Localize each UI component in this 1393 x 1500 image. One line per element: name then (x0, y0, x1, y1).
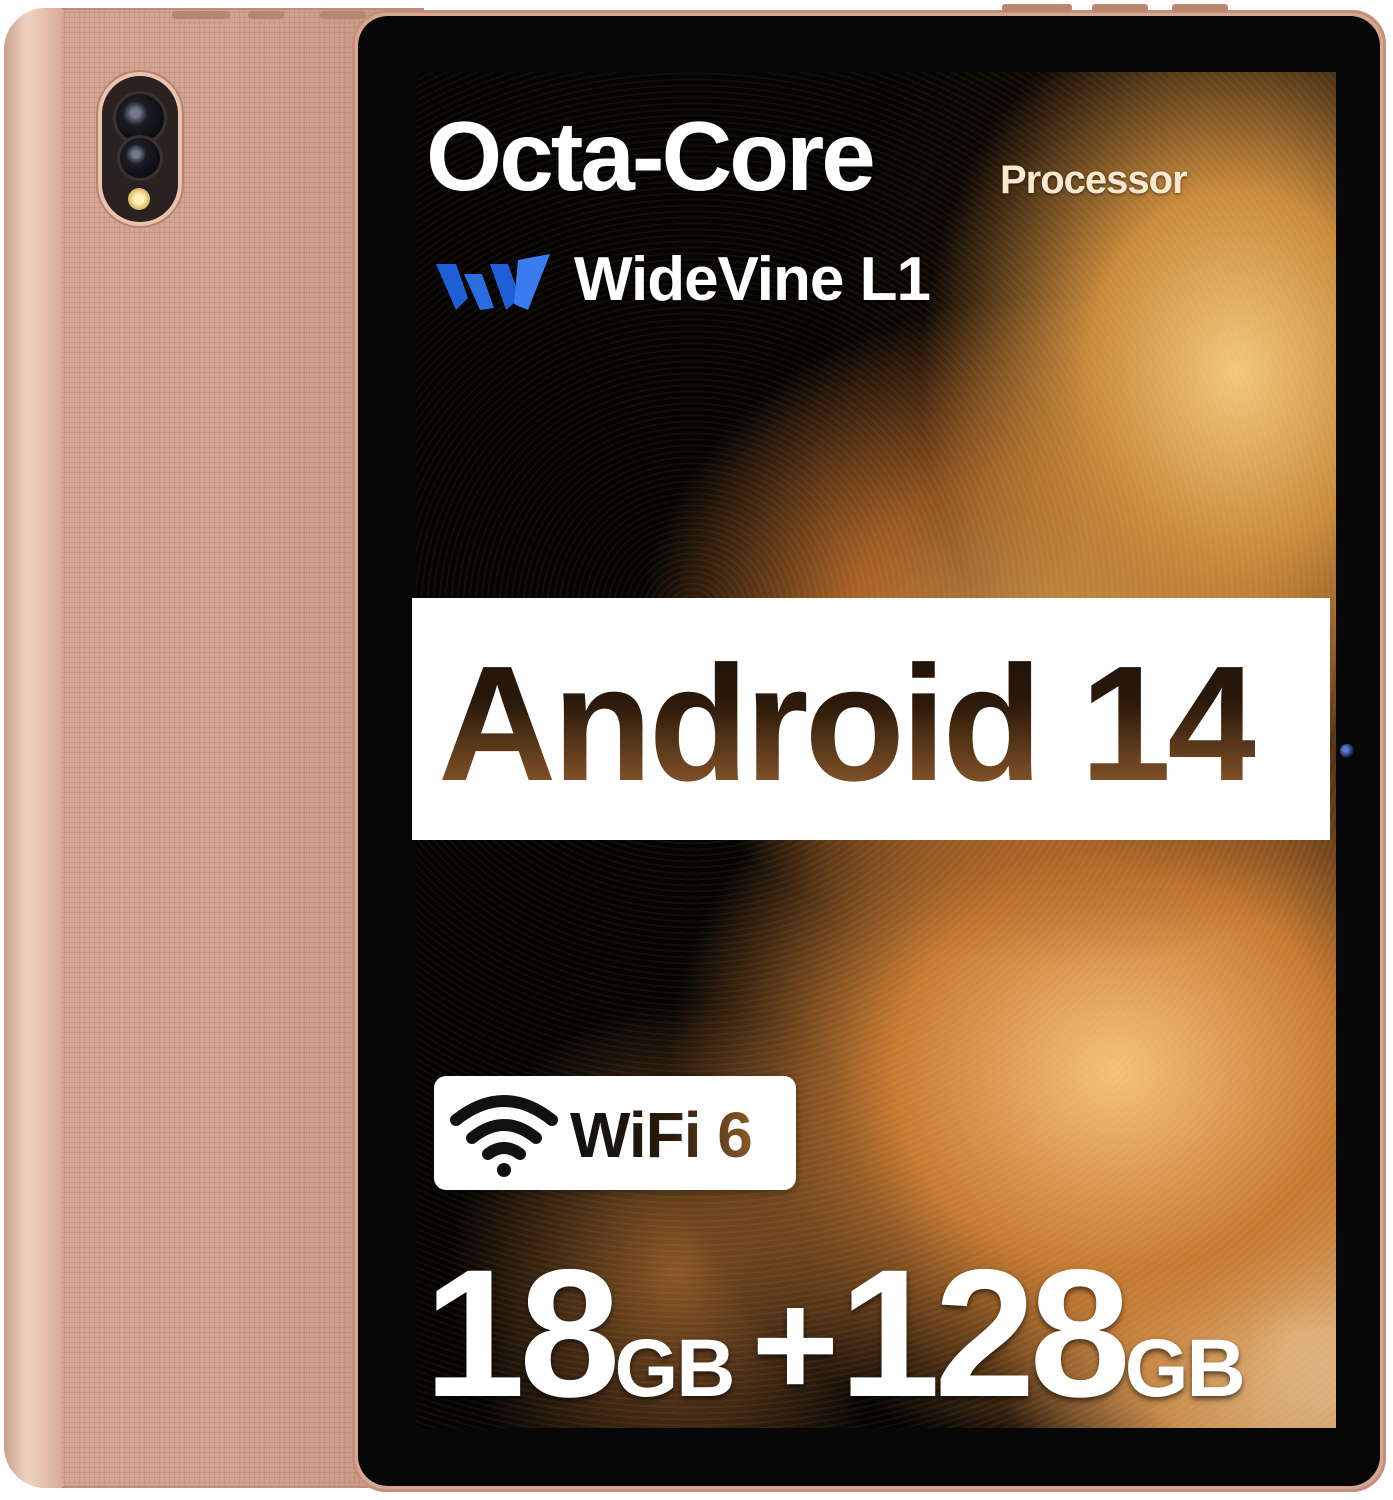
widevine-logo-icon (436, 254, 550, 310)
storage-unit: GB (1124, 1323, 1246, 1414)
tablet-side-edge (4, 8, 62, 1488)
wifi-badge: WiFi 6 (434, 1076, 796, 1190)
ram-unit: GB (614, 1323, 735, 1414)
wifi-label: WiFi 6 (570, 1099, 753, 1171)
widevine-label: WideVine L1 (574, 245, 931, 314)
memory-spec: 18GB +128GB (424, 1228, 1246, 1438)
volume-button (172, 11, 230, 19)
front-top-button (1002, 4, 1072, 12)
front-top-button (1092, 4, 1148, 12)
wifi-icon (450, 1095, 558, 1177)
headline-subtitle: Processor (1000, 158, 1188, 202)
top-button (320, 11, 366, 19)
power-button (248, 11, 284, 19)
storage-value: 128 (839, 1231, 1131, 1435)
front-top-button (1172, 4, 1228, 12)
rear-camera-lens-icon (116, 94, 164, 142)
front-camera-icon (1340, 744, 1354, 758)
plus-sign: + (751, 1260, 840, 1428)
rear-camera-module (102, 76, 178, 222)
headline-title: Octa-Core (426, 101, 876, 211)
ram-value: 18 (424, 1231, 620, 1435)
android-version-label: Android 14 (438, 630, 1259, 818)
camera-flash-icon (128, 188, 150, 210)
rear-camera-sensor-icon (120, 138, 160, 178)
